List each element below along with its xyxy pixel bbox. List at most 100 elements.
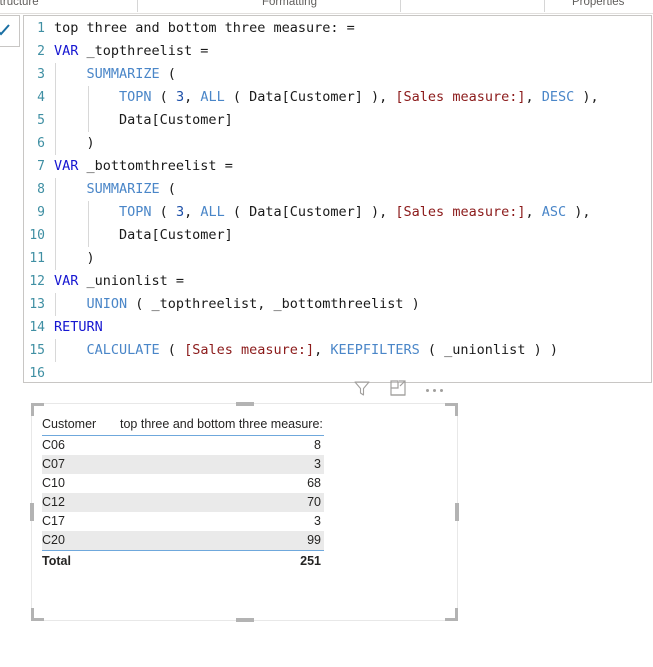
- table-row[interactable]: C07 3: [42, 455, 324, 474]
- table-row[interactable]: C17 3: [42, 512, 324, 531]
- code-line[interactable]: 8 SUMMARIZE (: [24, 178, 651, 201]
- line-number: 7: [37, 159, 45, 174]
- table-row[interactable]: C10 68: [42, 474, 324, 493]
- code-line-text: VAR _bottomthreelist =: [54, 155, 233, 178]
- resize-handle-bottom-left[interactable]: [31, 608, 44, 621]
- table-header-row: Customer top three and bottom three meas…: [42, 413, 324, 436]
- code-line[interactable]: 6 ): [24, 132, 651, 155]
- column-header-measure[interactable]: top three and bottom three measure:: [114, 413, 324, 435]
- resize-handle-left[interactable]: [30, 503, 34, 521]
- dax-formula-editor[interactable]: 1 top three and bottom three measure: = 2 V…: [23, 15, 652, 383]
- code-token-meas: [Sales measure:]: [184, 342, 315, 358]
- code-token-fn: KEEPFILTERS: [330, 342, 420, 358]
- code-token-plain: (: [151, 89, 176, 105]
- code-line[interactable]: 2 VAR _topthreelist =: [24, 40, 651, 63]
- resize-handle-top-right[interactable]: [445, 403, 458, 416]
- code-token-plain: (: [159, 181, 176, 197]
- table-visual-container[interactable]: Customer top three and bottom three meas…: [30, 402, 459, 622]
- filter-icon[interactable]: [352, 378, 376, 400]
- code-token-kw: VAR: [54, 43, 79, 59]
- code-token-fn: SUMMARIZE: [86, 66, 160, 82]
- commit-formula-button[interactable]: [0, 15, 20, 47]
- code-token-kw: VAR: [54, 158, 79, 174]
- table-visual: Customer top three and bottom three meas…: [42, 413, 324, 572]
- line-number: 4: [37, 90, 45, 105]
- code-line-text: CALCULATE ( [Sales measure:], KEEPFILTER…: [54, 339, 558, 362]
- ellipsis-dot: [426, 389, 429, 392]
- code-token-plain: ,: [525, 204, 542, 220]
- code-line-text: RETURN: [54, 316, 103, 339]
- focus-mode-icon[interactable]: [388, 378, 412, 400]
- line-number: 13: [29, 297, 45, 312]
- line-number: 9: [37, 205, 45, 220]
- code-line[interactable]: 10 Data[Customer]: [24, 224, 651, 247]
- code-line-text: ): [54, 247, 95, 270]
- resize-handle-top[interactable]: [235, 402, 254, 406]
- resize-handle-right[interactable]: [455, 503, 459, 521]
- cell-customer: C20: [42, 533, 65, 547]
- code-line[interactable]: 15 CALCULATE ( [Sales measure:], KEEPFIL…: [24, 339, 651, 362]
- code-token-plain: ( _unionlist ) ): [419, 342, 558, 358]
- code-line-text: Data[Customer]: [54, 109, 233, 132]
- table-row[interactable]: C20 99: [42, 531, 324, 550]
- line-number: 10: [29, 228, 45, 243]
- code-token-plain: ): [54, 135, 95, 151]
- total-value: 251: [300, 554, 321, 568]
- code-token-plain: ( _topthreelist, _bottomthreelist ): [127, 296, 420, 312]
- code-line[interactable]: 16: [24, 362, 651, 382]
- code-line-text: top three and bottom three measure: =: [54, 17, 355, 40]
- code-token-plain: ,: [525, 89, 542, 105]
- code-line[interactable]: 14 RETURN: [24, 316, 651, 339]
- code-token-plain: ( Data[Customer] ),: [224, 89, 396, 105]
- line-number: 12: [29, 274, 45, 289]
- code-line[interactable]: 9 TOPN ( 3, ALL ( Data[Customer] ), [Sal…: [24, 201, 651, 224]
- table-row[interactable]: C06 8: [42, 436, 324, 455]
- code-line[interactable]: 7 VAR _bottomthreelist =: [24, 155, 651, 178]
- code-line[interactable]: 3 SUMMARIZE (: [24, 63, 651, 86]
- cell-customer: C10: [42, 476, 65, 490]
- ribbon-separator: [544, 0, 545, 12]
- cell-value: 3: [314, 514, 321, 528]
- table-body: C06 8 C07 3 C10 68 C12 70 C17 3 C20 99: [42, 436, 324, 550]
- line-number: 6: [37, 136, 45, 151]
- code-token-kw: RETURN: [54, 319, 103, 335]
- code-token-plain: ),: [574, 89, 599, 105]
- code-token-plain: top three and bottom three measure: =: [54, 20, 355, 36]
- visual-header-icons: [352, 378, 452, 402]
- resize-handle-bottom-right[interactable]: [445, 608, 458, 621]
- cell-customer: C17: [42, 514, 65, 528]
- code-token-plain: ): [54, 250, 95, 266]
- code-line[interactable]: 4 TOPN ( 3, ALL ( Data[Customer] ), [Sal…: [24, 86, 651, 109]
- line-number: 5: [37, 113, 45, 128]
- table-row[interactable]: C12 70: [42, 493, 324, 512]
- column-header-customer[interactable]: Customer: [42, 413, 114, 435]
- code-token-num: 3: [175, 204, 185, 220]
- code-token-fn: TOPN: [119, 204, 152, 220]
- code-line[interactable]: 13 UNION ( _topthreelist, _bottomthreeli…: [24, 293, 651, 316]
- cell-value: 70: [307, 495, 321, 509]
- code-line[interactable]: 1 top three and bottom three measure: =: [24, 17, 651, 40]
- code-token-plain: ),: [566, 204, 591, 220]
- code-line[interactable]: 11 ): [24, 247, 651, 270]
- cell-customer: C12: [42, 495, 65, 509]
- code-token-plain: (: [151, 204, 176, 220]
- ribbon-separator: [137, 0, 138, 12]
- code-lines-container: 1 top three and bottom three measure: = 2 V…: [24, 17, 651, 382]
- code-line[interactable]: 5 Data[Customer]: [24, 109, 651, 132]
- code-line-text: VAR _topthreelist =: [54, 40, 208, 63]
- cell-value: 99: [307, 533, 321, 547]
- code-line-text: TOPN ( 3, ALL ( Data[Customer] ), [Sales…: [54, 86, 599, 109]
- code-token-kw: VAR: [54, 273, 79, 289]
- code-line-text: ): [54, 132, 95, 155]
- ellipsis-dot: [440, 389, 443, 392]
- code-line-text: Data[Customer]: [54, 224, 233, 247]
- resize-handle-bottom[interactable]: [235, 618, 254, 622]
- more-options-icon[interactable]: [424, 378, 448, 400]
- code-token-meas: [Sales measure:]: [395, 204, 526, 220]
- code-line[interactable]: 12 VAR _unionlist =: [24, 270, 651, 293]
- line-number: 2: [37, 44, 45, 59]
